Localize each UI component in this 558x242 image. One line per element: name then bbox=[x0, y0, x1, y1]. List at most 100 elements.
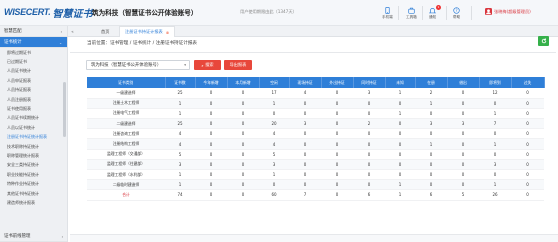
table-cell: 0 bbox=[289, 159, 321, 171]
table-cell: 5 bbox=[165, 149, 195, 160]
sidebar-item[interactable]: 安全三类持证统计 bbox=[0, 161, 67, 170]
sidebar-scrollbar[interactable] bbox=[63, 82, 66, 137]
table-cell: 0 bbox=[321, 159, 353, 171]
close-icon[interactable]: ⊗ bbox=[166, 30, 169, 35]
column-header: 现场持证 bbox=[289, 77, 322, 88]
table-cell: 0 bbox=[195, 189, 227, 201]
sidebar-item[interactable]: 人员申证报表 bbox=[0, 76, 67, 85]
table-cell: 0 bbox=[227, 169, 259, 181]
table-cell: 0 bbox=[353, 98, 385, 109]
table-cell: 0 bbox=[289, 98, 321, 109]
bottom-scrollbar[interactable] bbox=[70, 234, 558, 242]
table-cell: 0 bbox=[321, 189, 353, 201]
tab-scroll-left[interactable]: « bbox=[68, 26, 77, 37]
table-cell: 0 bbox=[353, 108, 385, 120]
table-cell: 0 bbox=[447, 159, 479, 171]
table-cell: 1 bbox=[415, 138, 447, 150]
double-chevron-left-icon: « bbox=[71, 29, 74, 34]
column-header: 借出 bbox=[447, 77, 480, 88]
table-cell: 25 bbox=[165, 118, 195, 130]
sidebar-item[interactable]: 技术职称持证统计 bbox=[0, 142, 67, 151]
table-cell: 0 bbox=[289, 169, 321, 181]
table-cell: 0 bbox=[447, 108, 479, 120]
table-cell: 0 bbox=[511, 149, 544, 160]
sidebar-item[interactable]: 证书使用报表 bbox=[0, 104, 67, 113]
table-cell: 1 bbox=[385, 189, 415, 201]
tab-current[interactable]: 注册证书持证计报表 ⊗ bbox=[119, 26, 176, 37]
sidebar-group-match[interactable]: 智慧匹配 › bbox=[0, 26, 67, 37]
chevron-down-icon: ⌄ bbox=[59, 41, 62, 45]
sidebar-item[interactable]: 其他证书持证统计 bbox=[0, 189, 67, 198]
mobile-link[interactable]: 手机端 bbox=[382, 4, 393, 22]
user-menu[interactable]: 张晓梅(超级管理员) bbox=[485, 8, 531, 15]
sidebar-item[interactable]: 人员以证书统计 bbox=[0, 123, 67, 132]
column-header: 未知 bbox=[385, 77, 416, 88]
table-cell: 4 bbox=[165, 138, 195, 150]
sidebar-item[interactable]: 注册证书持证统计报表 bbox=[0, 133, 67, 142]
table-cell: 0 bbox=[385, 138, 415, 150]
sidebar-item[interactable]: 人员证书统计 bbox=[0, 67, 67, 76]
table-cell: 1 bbox=[165, 108, 195, 120]
toolbox-link[interactable]: 工具箱 bbox=[406, 4, 417, 22]
company-select[interactable]: 筑为科技（智慧证书公开体验账号） ▾ bbox=[86, 60, 190, 70]
table-cell: 0 bbox=[479, 169, 511, 181]
table-cell: 0 bbox=[353, 169, 385, 181]
table-cell: 0 bbox=[195, 149, 227, 160]
help-link[interactable]: ? 帮助 bbox=[453, 4, 460, 22]
tab-home[interactable]: 首页 bbox=[96, 26, 114, 37]
table-cell: 3 bbox=[415, 118, 447, 130]
table-cell: 4 bbox=[259, 128, 289, 140]
table-cell: 0 bbox=[227, 108, 259, 120]
table-cell: 0 bbox=[511, 169, 544, 181]
table-cell: 1 bbox=[259, 169, 289, 181]
sidebar-item[interactable]: 人员持证报表 bbox=[0, 86, 67, 95]
table-cell: 0 bbox=[511, 108, 544, 120]
logo[interactable]: WISECERT. 智慧证书 bbox=[4, 5, 92, 20]
table-cell: 3 bbox=[447, 118, 479, 130]
table-cell: 1 bbox=[385, 179, 415, 191]
table-cell: 0 bbox=[415, 149, 447, 160]
table-header-row: 证书类别 证书数 今年新增 本月新增 空闲 现场持证 外出持证 同时持证 未知 在册 借出 即将到 过失 bbox=[87, 77, 545, 88]
header-divider bbox=[398, 6, 399, 20]
cert-type-cell: 注册咨询工程师 bbox=[87, 128, 165, 140]
table-cell: 0 bbox=[227, 159, 259, 171]
export-button[interactable]: 导出报表 bbox=[224, 60, 252, 70]
table-cell: 0 bbox=[415, 159, 447, 171]
search-button[interactable]: ⌕ 搜索 bbox=[194, 60, 221, 70]
table-cell: 0 bbox=[415, 179, 447, 191]
table-cell: 7 bbox=[479, 118, 511, 130]
user-name: 张晓梅(超级管理员) bbox=[494, 8, 531, 14]
column-header: 证书类别 bbox=[87, 77, 166, 88]
sidebar-items: 即将过期证书 已过期证书 人员证书统计 人员申证报表 人员持证报表 人员注册报表 证书使用报… bbox=[0, 48, 67, 208]
sidebar-item[interactable]: 建造师统计报表 bbox=[0, 198, 67, 207]
sidebar-item[interactable]: 职称管理统计报表 bbox=[0, 151, 67, 160]
column-header: 即将到 bbox=[479, 77, 512, 88]
sidebar-group-cert-stats[interactable]: 证书统计 ⌄ bbox=[0, 37, 67, 48]
refresh-button[interactable] bbox=[538, 36, 549, 46]
cert-type-cell: 二级建造师 bbox=[87, 118, 165, 130]
table-row: 监理工程师（住建部） 3 0 0 3 0 0 0 0 0 0 3 0 bbox=[87, 159, 544, 171]
sidebar-item[interactable]: 人员证书续期统计 bbox=[0, 114, 67, 123]
sidebar-item[interactable]: 职业技能持证统计 bbox=[0, 170, 67, 179]
table-cell: 0 bbox=[259, 108, 289, 120]
table-cell: 0 bbox=[195, 159, 227, 171]
sidebar-item[interactable]: 已过期证书 bbox=[0, 57, 67, 66]
table-cell: 3 bbox=[479, 159, 511, 171]
svg-text:?: ? bbox=[455, 7, 457, 12]
sidebar-item[interactable]: 特种作业持证统计 bbox=[0, 179, 67, 188]
sidebar-item[interactable]: 即将过期证书 bbox=[0, 48, 67, 57]
column-header: 今年新增 bbox=[195, 77, 228, 88]
table-total-row: 合计 74 0 0 60 7 0 6 1 6 5 26 0 bbox=[87, 189, 544, 201]
cert-type-cell: 注册土木工程师 bbox=[87, 98, 165, 109]
sidebar-group-cert-manage[interactable]: 证书前线管理 › bbox=[0, 231, 67, 242]
column-header: 同时持证 bbox=[353, 77, 386, 88]
search-button-label: 搜索 bbox=[205, 62, 214, 67]
table-cell: 0 bbox=[479, 128, 511, 140]
table-cell: 0 bbox=[195, 138, 227, 150]
table-cell: 6 bbox=[415, 189, 447, 201]
table-cell: 1 bbox=[415, 98, 447, 109]
sidebar: 智慧匹配 › 证书统计 ⌄ 即将过期证书 已过期证书 人员证书统计 人员申证报表 人员持… bbox=[0, 26, 68, 242]
cert-type-cell: 合计 bbox=[87, 189, 165, 201]
column-header: 外出持证 bbox=[321, 77, 354, 88]
sidebar-item[interactable]: 人员注册报表 bbox=[0, 95, 67, 104]
